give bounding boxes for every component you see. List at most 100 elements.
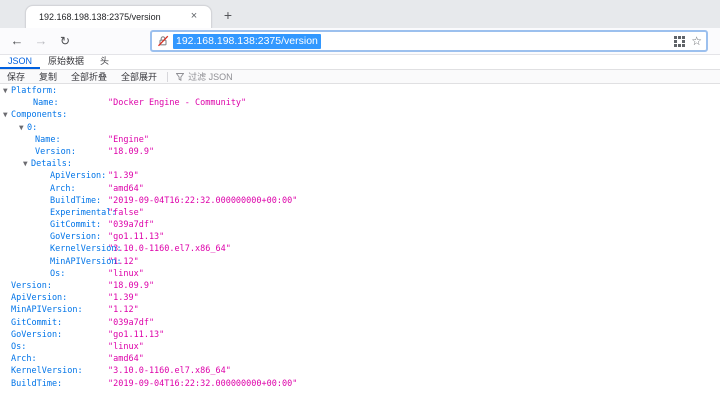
json-key-cell: Os:	[0, 341, 108, 353]
json-key: ApiVersion:	[11, 293, 68, 304]
copy-button[interactable]: 复制	[32, 71, 64, 83]
json-value: "go1.11.13"	[108, 329, 165, 340]
collapse-arrow-icon[interactable]: ▼	[3, 112, 8, 119]
json-row: Arch: "amd64"	[0, 183, 720, 195]
collapse-arrow-icon[interactable]: ▼	[19, 124, 24, 131]
collapse-arrow-icon[interactable]: ▼	[23, 161, 28, 168]
json-row: BuildTime: "2019-09-04T16:22:32.000000000…	[0, 378, 720, 390]
bookmark-star-icon[interactable]: ☆	[691, 32, 702, 50]
filter-funnel-icon	[176, 72, 185, 81]
filter-json-input[interactable]: 过滤 JSON	[171, 70, 238, 83]
page-action-grid-icon[interactable]	[674, 35, 686, 47]
json-row: Name: "Docker Engine - Community"	[0, 97, 720, 109]
save-button[interactable]: 保存	[0, 71, 32, 83]
json-row: ApiVersion: "1.39"	[0, 170, 720, 182]
json-key: GoVersion:	[50, 232, 102, 243]
json-key-cell: GoVersion:	[0, 329, 108, 341]
json-row: MinAPIVersion: "1.12"	[0, 256, 720, 268]
json-key-cell: KernelVersion:	[0, 243, 122, 255]
back-button[interactable]: ←	[7, 31, 27, 51]
tab-title: 192.168.198.138:2375/version	[39, 12, 161, 22]
json-key: GitCommit:	[50, 220, 102, 231]
json-key: MinAPIVersion:	[50, 256, 122, 267]
url-input[interactable]: 192.168.198.138:2375/version	[173, 33, 321, 49]
json-row[interactable]: ▼ Platform:	[0, 85, 720, 97]
json-key: Experimental:	[50, 207, 117, 218]
json-value: "1.39"	[108, 293, 139, 304]
tab-headers[interactable]: 头	[92, 55, 117, 69]
json-key-cell: BuildTime:	[0, 378, 108, 390]
json-row: Experimental: "false"	[0, 207, 720, 219]
tab-json[interactable]: JSON	[0, 55, 41, 69]
json-value: "039a7df"	[108, 317, 155, 328]
browser-tab[interactable]: 192.168.198.138:2375/version ×	[25, 5, 212, 28]
collapse-arrow-icon[interactable]: ▼	[3, 88, 8, 95]
json-row: GoVersion: "go1.11.13"	[0, 329, 720, 341]
json-row[interactable]: ▼ Components:	[0, 109, 720, 121]
json-key-cell: Experimental:	[0, 207, 117, 219]
json-value: "go1.11.13"	[108, 232, 165, 243]
json-key: GoVersion:	[11, 329, 63, 340]
expand-all-button[interactable]: 全部展开	[114, 71, 164, 83]
tab-raw-data[interactable]: 原始数据	[40, 55, 92, 69]
filter-placeholder: 过滤 JSON	[188, 72, 233, 82]
json-key: BuildTime:	[50, 195, 102, 206]
json-value: "2019-09-04T16:22:32.000000000+00:00"	[108, 378, 298, 389]
json-row: Os: "linux"	[0, 341, 720, 353]
json-key: Version:	[35, 146, 76, 157]
json-key: Name:	[35, 134, 61, 145]
json-key: Arch:	[50, 183, 76, 194]
json-value: "linux"	[108, 341, 144, 352]
json-row: Version: "18.09.9"	[0, 146, 720, 158]
json-key: KernelVersion:	[11, 366, 83, 377]
json-key-cell: GitCommit:	[0, 219, 108, 231]
json-key-cell: Os:	[0, 268, 108, 280]
json-row: KernelVersion: "3.10.0-1160.el7.x86_64"	[0, 365, 720, 377]
json-value: "amd64"	[108, 183, 144, 194]
json-row[interactable]: ▼ Details:	[0, 158, 720, 170]
json-key-cell: MinAPIVersion:	[0, 304, 108, 316]
json-row: KernelVersion: "3.10.0-1160.el7.x86_64"	[0, 243, 720, 255]
json-row[interactable]: ▼ 0:	[0, 122, 720, 134]
json-row: ApiVersion: "1.39"	[0, 292, 720, 304]
json-key-cell: GoVersion:	[0, 231, 108, 243]
json-key-cell: ▼ Platform:	[0, 85, 108, 97]
json-tree[interactable]: ▼ Platform: Name: "Docker Engine - Communit…	[0, 84, 720, 405]
json-key-cell: BuildTime:	[0, 195, 108, 207]
json-key-cell: Version:	[0, 280, 108, 292]
json-key: BuildTime:	[11, 378, 63, 389]
navigation-toolbar: ← → ↻ 192.168.198.138:2375/version ☆	[0, 28, 720, 55]
json-key-cell: ▼ Components:	[0, 109, 108, 121]
collapse-all-button[interactable]: 全部折叠	[64, 71, 114, 83]
json-value: "039a7df"	[108, 220, 155, 231]
json-key: Arch:	[11, 354, 37, 365]
json-key-cell: ApiVersion:	[0, 170, 108, 182]
json-value: "18.09.9"	[108, 146, 155, 157]
json-key-cell: Arch:	[0, 183, 108, 195]
json-value: "Docker Engine - Community"	[108, 98, 247, 109]
json-value: "Engine"	[108, 134, 149, 145]
new-tab-button[interactable]: +	[219, 7, 237, 25]
json-row: GoVersion: "go1.11.13"	[0, 231, 720, 243]
json-value: "2019-09-04T16:22:32.000000000+00:00"	[108, 195, 298, 206]
json-key-cell: Version:	[0, 146, 108, 158]
json-key: Os:	[11, 341, 27, 352]
json-key-cell: KernelVersion:	[0, 365, 108, 377]
json-value: "linux"	[108, 268, 144, 279]
address-bar[interactable]: 192.168.198.138:2375/version ☆	[150, 30, 708, 52]
json-value: "1.12"	[108, 305, 139, 316]
json-key: Os:	[50, 268, 66, 279]
json-viewer-toolbar: 保存 复制 全部折叠 全部展开 过滤 JSON	[0, 70, 720, 84]
json-row: Arch: "amd64"	[0, 353, 720, 365]
insecure-lock-icon[interactable]	[157, 35, 169, 47]
reload-button[interactable]: ↻	[55, 31, 75, 51]
toolbar-separator	[167, 71, 169, 82]
json-row: MinAPIVersion: "1.12"	[0, 304, 720, 316]
json-key: Components:	[11, 110, 68, 121]
json-key-cell: GitCommit:	[0, 317, 108, 329]
json-value: "1.39"	[108, 171, 139, 182]
json-key-cell: Arch:	[0, 353, 108, 365]
json-key: Name:	[33, 98, 59, 109]
close-tab-icon[interactable]: ×	[187, 10, 201, 24]
json-row: GitCommit: "039a7df"	[0, 219, 720, 231]
